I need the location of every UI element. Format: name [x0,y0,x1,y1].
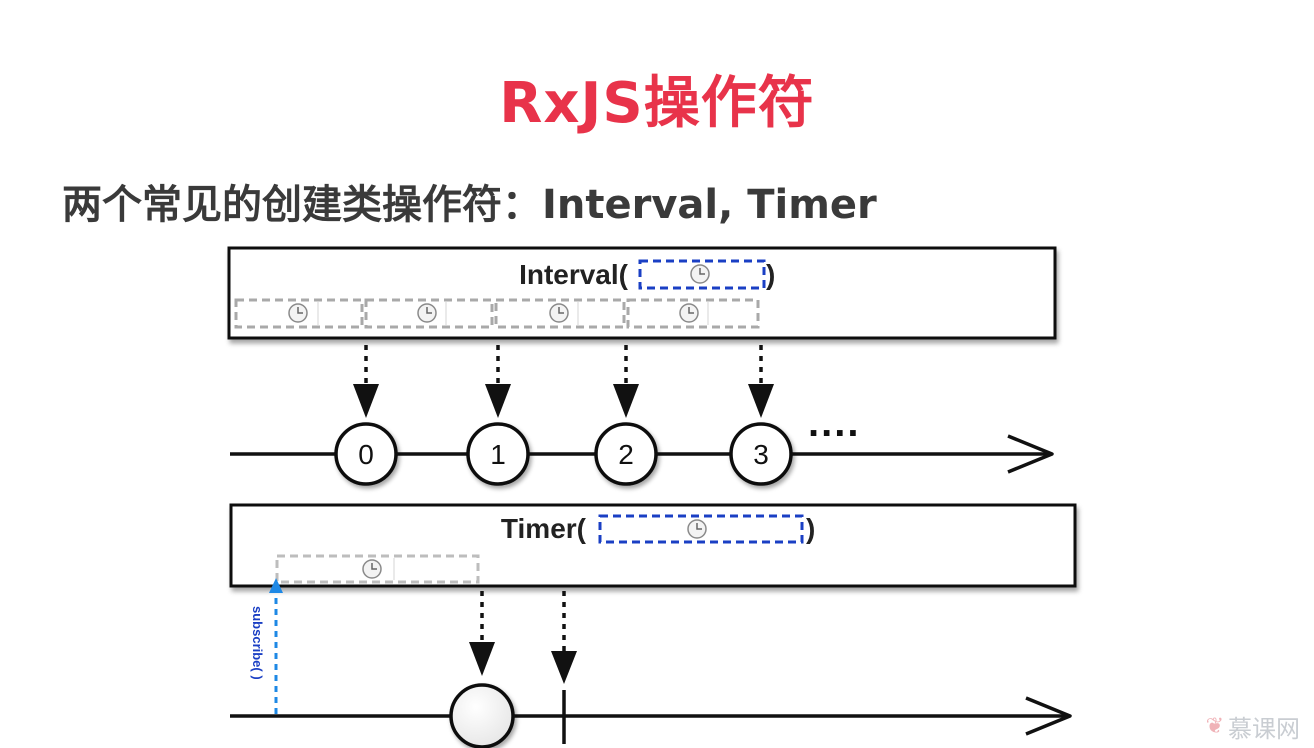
arrow-down-icon [485,345,511,418]
subscribe-arrow [269,578,283,714]
flame-icon: ❦ [1205,714,1224,739]
clock-icon [687,519,707,539]
marble-value: 2 [618,439,634,470]
marble-value: 3 [753,439,769,470]
arrow-down-icon [551,591,577,684]
arrow-down-icon [613,345,639,418]
clock-icon [417,303,437,323]
marble-1: 1 [466,422,530,486]
arrow-down-icon [469,591,495,676]
timer-marble [449,683,515,748]
clock-icon [362,559,382,579]
arrow-down-icon [353,345,379,418]
arrow-down-icon [748,345,774,418]
clock-icon [679,303,699,323]
clock-icon [288,303,308,323]
marble-0: 0 [334,422,398,486]
watermark: ❦ 慕课网 [1206,709,1300,744]
timer-label-close: ) [806,513,815,544]
timer-label: Timer( [501,513,587,544]
ellipsis: .... [808,401,860,445]
marble-value: 0 [358,439,374,470]
marble-3: 3 [729,422,793,486]
marble-value: 1 [490,439,506,470]
clock-icon [549,303,569,323]
marble-2: 2 [594,422,658,486]
watermark-text: 慕课网 [1228,715,1300,743]
interval-label-close: ) [766,259,775,290]
timer-timeline [230,696,1072,736]
marble-diagram: Interval( ) 0 1 2 3 .... Timer() subscr… [227,246,1077,748]
clock-icon [690,264,710,284]
subscribe-label: subscribe( ) [250,606,265,680]
interval-label: Interval( [519,259,629,290]
